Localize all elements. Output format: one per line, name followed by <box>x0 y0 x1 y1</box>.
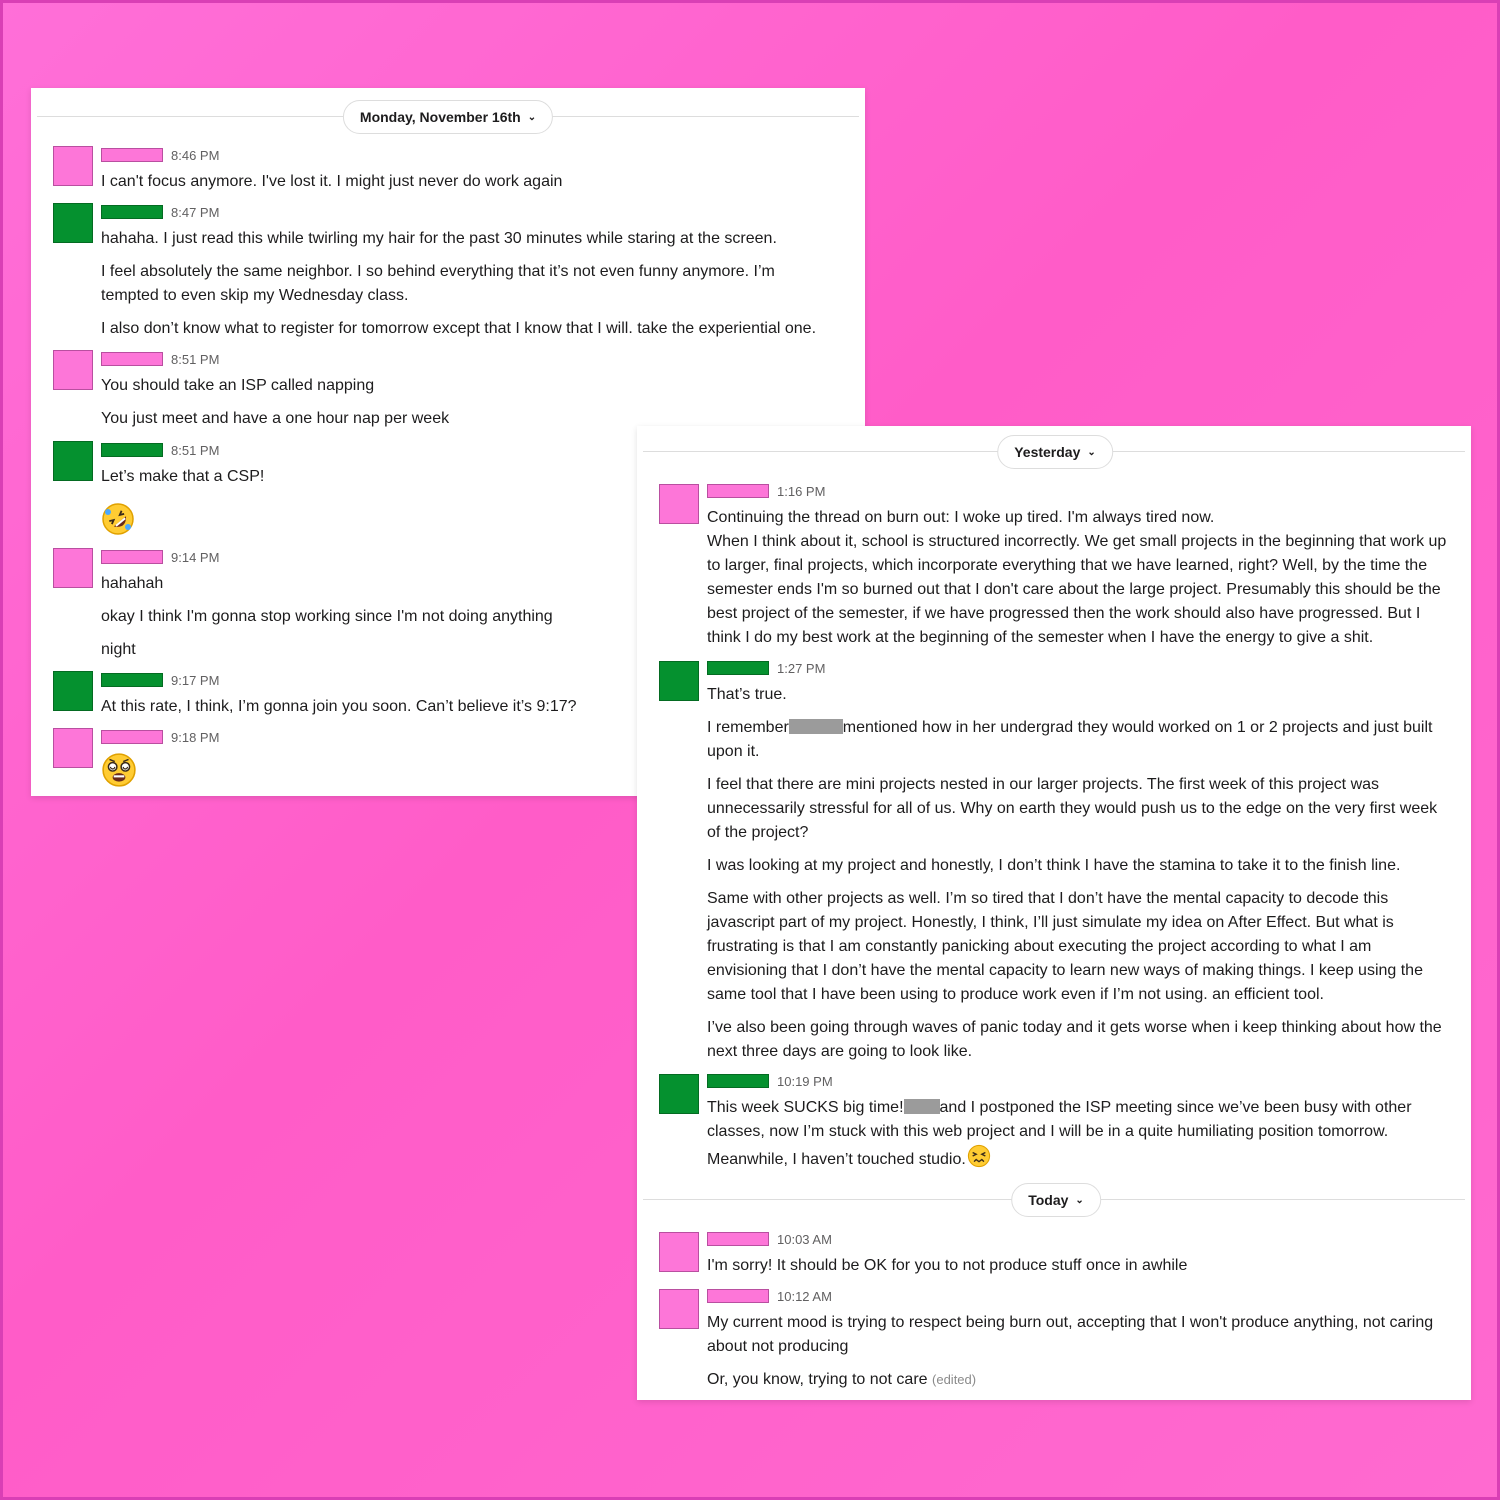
date-divider: Yesterday ⌄ <box>637 435 1471 469</box>
username-redacted[interactable] <box>707 1074 769 1088</box>
avatar[interactable] <box>53 146 93 186</box>
message-text: My current mood is trying to respect bei… <box>707 1314 1434 1355</box>
message-text: When I think about it, school is structu… <box>707 533 1447 646</box>
avatar[interactable] <box>53 671 93 711</box>
message-text: Or, you know, trying to not care (edited… <box>707 1371 977 1388</box>
avatar[interactable] <box>659 1289 699 1329</box>
avatar[interactable] <box>659 1232 699 1272</box>
date-jump-button[interactable]: Yesterday ⌄ <box>997 435 1113 469</box>
message-text: Continuing the thread on burn out: I wok… <box>707 509 1215 526</box>
redacted-name <box>903 1099 940 1114</box>
timestamp[interactable]: 10:12 AM <box>777 1289 832 1305</box>
message-text: This week SUCKS big time! and I postponed… <box>707 1096 1451 1176</box>
message-text: I remember mentioned how in her undergrad… <box>707 719 1433 760</box>
message-text: hahaha. I just read this while twirling … <box>101 230 777 247</box>
message-text: I was looking at my project and honestly… <box>707 857 1401 874</box>
username-redacted[interactable] <box>707 1232 769 1246</box>
username-redacted[interactable] <box>101 352 163 366</box>
date-label: Today <box>1028 1192 1069 1208</box>
message-text: Same with other projects as well. I’m so… <box>707 890 1423 1003</box>
message-text: That’s true. <box>707 686 787 703</box>
date-divider: Today ⌄ <box>637 1183 1471 1217</box>
message-text: I also don’t know what to register for t… <box>101 320 817 337</box>
timestamp[interactable]: 8:47 PM <box>171 205 219 221</box>
timestamp[interactable]: 10:03 AM <box>777 1232 832 1248</box>
chat-panel-recent: Yesterday ⌄ 1:16 PM Continuing the threa… <box>637 426 1471 1400</box>
chevron-down-icon: ⌄ <box>1087 446 1096 458</box>
timestamp[interactable]: 10:19 PM <box>777 1074 833 1090</box>
username-redacted[interactable] <box>101 730 163 744</box>
username-redacted[interactable] <box>101 205 163 219</box>
avatar[interactable] <box>53 728 93 768</box>
dizzy-face-emoji[interactable] <box>101 752 137 796</box>
message-text: I feel that there are mini projects nest… <box>707 776 1438 841</box>
message-text: I can't focus anymore. I've lost it. I m… <box>101 173 563 190</box>
username-redacted[interactable] <box>707 661 769 675</box>
timestamp[interactable]: 8:46 PM <box>171 148 219 164</box>
username-redacted[interactable] <box>101 550 163 564</box>
timestamp[interactable]: 8:51 PM <box>171 443 219 459</box>
chevron-down-icon: ⌄ <box>527 111 537 123</box>
chevron-down-icon: ⌄ <box>1075 1194 1084 1206</box>
date-jump-button[interactable]: Today ⌄ <box>1011 1183 1101 1217</box>
date-label: Monday, November 16th <box>359 109 521 125</box>
message-text: I’ve also been going through waves of pa… <box>707 1019 1442 1060</box>
username-redacted[interactable] <box>707 484 769 498</box>
rolling-on-floor-laughing-emoji[interactable] <box>101 502 135 544</box>
timestamp[interactable]: 9:14 PM <box>171 550 219 566</box>
avatar[interactable] <box>53 350 93 390</box>
timestamp[interactable]: 9:18 PM <box>171 730 219 746</box>
confounded-face-emoji[interactable] <box>967 1144 991 1176</box>
date-jump-button[interactable]: Monday, November 16th ⌄ <box>342 100 554 134</box>
avatar[interactable] <box>659 661 699 701</box>
avatar[interactable] <box>659 484 699 524</box>
avatar[interactable] <box>53 203 93 243</box>
timestamp[interactable]: 9:17 PM <box>171 673 219 689</box>
avatar[interactable] <box>53 548 93 588</box>
timestamp[interactable]: 1:16 PM <box>777 484 825 500</box>
username-redacted[interactable] <box>101 443 163 457</box>
username-redacted[interactable] <box>101 148 163 162</box>
date-label: Yesterday <box>1014 444 1081 460</box>
avatar[interactable] <box>53 441 93 481</box>
avatar[interactable] <box>659 1074 699 1114</box>
message-text: I'm sorry! It should be OK for you to no… <box>707 1257 1188 1274</box>
redacted-name <box>788 719 843 734</box>
username-redacted[interactable] <box>707 1289 769 1303</box>
date-divider: Monday, November 16th ⌄ <box>31 100 865 134</box>
edited-label: (edited) <box>932 1372 977 1387</box>
timestamp[interactable]: 8:51 PM <box>171 352 219 368</box>
message-text: You should take an ISP called napping <box>101 377 375 394</box>
username-redacted[interactable] <box>101 673 163 687</box>
message-text: I feel absolutely the same neighbor. I s… <box>101 263 775 304</box>
timestamp[interactable]: 1:27 PM <box>777 661 825 677</box>
